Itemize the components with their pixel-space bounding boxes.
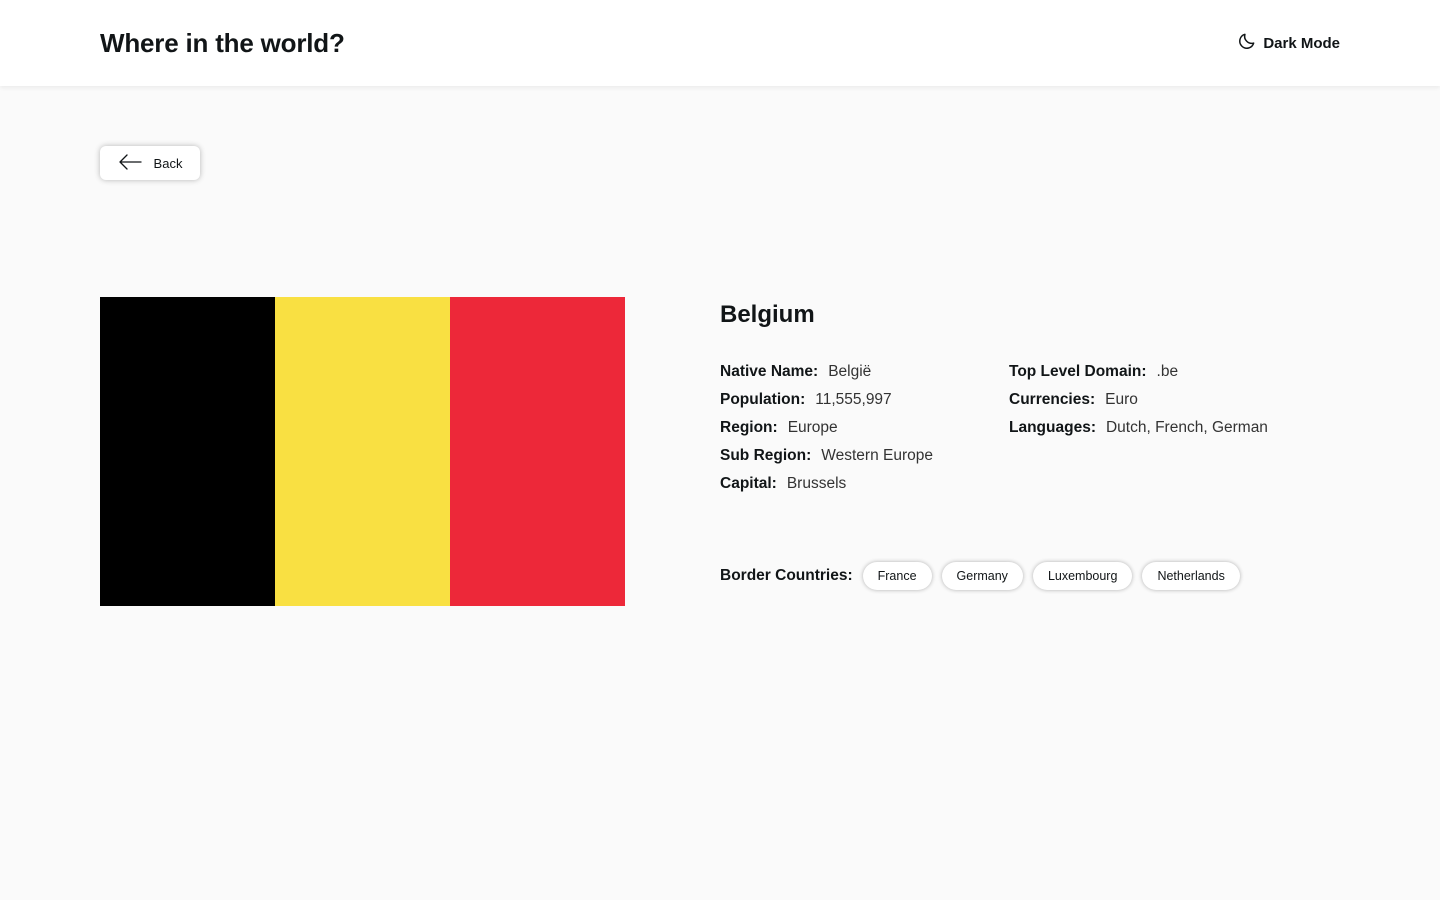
info-row: Population: 11,555,997 — [720, 391, 1009, 409]
country-name: Belgium — [720, 301, 815, 328]
border-countries-label: Border Countries: — [720, 567, 853, 584]
dark-mode-toggle[interactable]: Dark Mode — [1237, 31, 1340, 55]
site-header: Where in the world? Dark Mode — [0, 0, 1440, 86]
info-label: Capital: — [720, 475, 777, 492]
arrow-left-icon — [118, 153, 142, 173]
info-label: Top Level Domain: — [1009, 363, 1147, 380]
info-value: België — [828, 363, 872, 380]
info-label: Native Name: — [720, 363, 819, 380]
info-row: Top Level Domain: .be — [1009, 363, 1268, 381]
info-row: Sub Region: Western Europe — [720, 447, 1009, 465]
back-button[interactable]: Back — [100, 146, 200, 180]
border-country-button[interactable]: France — [862, 562, 932, 590]
info-value: .be — [1156, 363, 1179, 380]
back-label: Back — [153, 155, 183, 171]
info-value: Dutch, French, German — [1105, 419, 1268, 436]
info-row: Native Name: België — [720, 363, 1009, 381]
info-value: 11,555,997 — [815, 391, 892, 408]
info-label: Population: — [720, 391, 806, 408]
border-country-button[interactable]: Germany — [941, 562, 1023, 590]
country-info: Belgium Native Name: België Population: 11,… — [720, 301, 1340, 493]
border-countries: Border Countries: France Germany Luxembour… — [720, 562, 1240, 590]
info-row: Region: Europe — [720, 419, 1009, 437]
info-row: Capital: Brussels — [720, 475, 1009, 493]
flag-stripe — [100, 297, 275, 606]
border-country-button[interactable]: Netherlands — [1142, 562, 1240, 590]
dark-mode-label: Dark Mode — [1263, 34, 1340, 52]
info-label: Languages: — [1009, 419, 1096, 436]
info-value: Euro — [1105, 391, 1138, 408]
info-row: Languages: Dutch, French, German — [1009, 419, 1268, 437]
info-value: Europe — [787, 419, 838, 436]
info-column-left: Native Name: België Population: 11,555,997 R… — [720, 363, 1009, 493]
info-label: Currencies: — [1009, 391, 1096, 408]
flag-stripe — [275, 297, 450, 606]
info-label: Region: — [720, 419, 778, 436]
border-country-button[interactable]: Luxembourg — [1032, 562, 1133, 590]
moon-icon — [1237, 31, 1257, 55]
site-title: Where in the world? — [100, 27, 345, 58]
info-column-right: Top Level Domain: .be Currencies: Euro Langu… — [1009, 363, 1268, 493]
info-label: Sub Region: — [720, 447, 812, 464]
info-value: Brussels — [786, 475, 847, 492]
info-value: Western Europe — [821, 447, 933, 464]
flag-stripe — [450, 297, 625, 606]
info-row: Currencies: Euro — [1009, 391, 1268, 409]
country-detail: Back Belgium Native Name: België Populatio… — [0, 86, 1440, 900]
country-flag — [100, 297, 625, 606]
